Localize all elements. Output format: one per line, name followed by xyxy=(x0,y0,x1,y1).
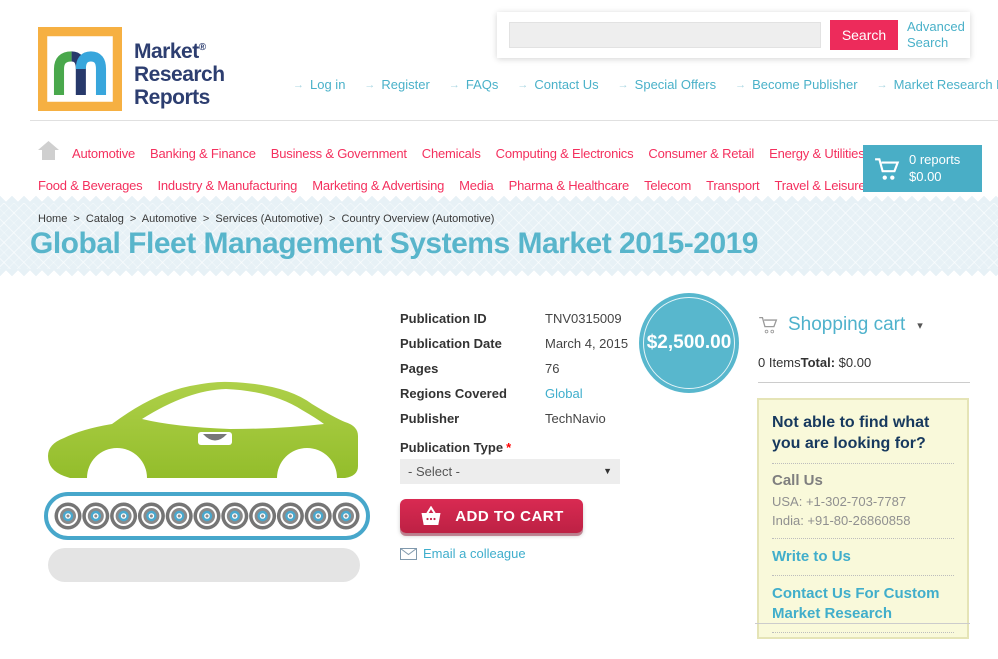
nav-special-offers[interactable]: → Special Offers xyxy=(618,77,716,92)
cat-chemicals[interactable]: Chemicals xyxy=(422,146,481,161)
cart-icon xyxy=(875,158,900,180)
nav-contact-us[interactable]: → Contact Us xyxy=(517,77,598,92)
arrow-icon: → xyxy=(735,78,747,91)
detail-row: Publication Date March 4, 2015 xyxy=(400,336,629,351)
page: Market® Research Reports Search Advanced… xyxy=(0,0,998,659)
brand-line3: Reports xyxy=(134,86,210,109)
header-divider xyxy=(30,120,998,121)
write-to-us-link[interactable]: Write to Us xyxy=(772,547,954,567)
cart-outline-icon xyxy=(759,316,778,334)
cat-consumer-retail[interactable]: Consumer & Retail xyxy=(648,146,754,161)
search-panel: Search Advanced Search xyxy=(497,12,970,58)
cart-total-value: $0.00 xyxy=(838,355,872,370)
car-illustration xyxy=(44,381,370,582)
cat-banking-finance[interactable]: Banking & Finance xyxy=(150,146,256,161)
brand-logo-icon[interactable] xyxy=(38,27,122,111)
cart-reports-count: 0 reports xyxy=(909,152,961,167)
utility-nav: → Log in → Register → FAQs → Contact Us → Spe… xyxy=(293,77,998,92)
brand-wordmark[interactable]: Market® Research Reports xyxy=(134,36,225,109)
shopping-cart-header[interactable]: Shopping cart ▾ xyxy=(758,314,923,336)
cat-food-beverages[interactable]: Food & Beverages xyxy=(38,178,143,193)
breadcrumb: Home > Catalog > Automotive > Services (… xyxy=(38,213,495,225)
phone-usa: USA: +1-302-703-7787 xyxy=(772,494,907,509)
help-heading: Not able to find what you are looking fo… xyxy=(772,414,930,452)
custom-research-link[interactable]: Contact Us For Custom Market Research xyxy=(772,584,954,624)
page-title: Global Fleet Management Systems Market 2… xyxy=(30,227,759,260)
crumb-home[interactable]: Home xyxy=(38,213,67,225)
brand-line2: Research xyxy=(134,63,225,86)
divider xyxy=(755,623,970,624)
registered-mark: ® xyxy=(198,42,206,53)
nav-blog[interactable]: →Market Research Blog xyxy=(877,77,998,92)
publication-type-select[interactable]: - Select - xyxy=(400,459,620,484)
publication-details: Publication ID TNV0315009 Publication Da… xyxy=(400,311,628,436)
title-band: Home > Catalog > Automotive > Services (… xyxy=(0,196,998,276)
publication-id: TNV0315009 xyxy=(545,311,622,326)
divider xyxy=(758,382,970,383)
mini-cart[interactable]: 0 reports $0.00 xyxy=(863,145,982,192)
publication-type-label: Publication Type * xyxy=(400,440,512,455)
cat-travel-leisure[interactable]: Travel & Leisure xyxy=(774,178,865,193)
phone-india: India: +91-80-26860858 xyxy=(772,513,911,528)
detail-row: Regions Covered Global xyxy=(400,386,583,401)
regions-covered-link[interactable]: Global xyxy=(545,386,583,401)
call-us-label: Call Us xyxy=(772,472,823,489)
cat-computing-electronics[interactable]: Computing & Electronics xyxy=(496,146,634,161)
envelope-icon xyxy=(400,547,417,560)
pages-count: 76 xyxy=(545,361,560,376)
cat-business-government[interactable]: Business & Government xyxy=(271,146,407,161)
search-button[interactable]: Search xyxy=(830,20,898,50)
cat-media[interactable]: Media xyxy=(459,178,494,193)
cat-telecom[interactable]: Telecom xyxy=(644,178,691,193)
arrow-icon: → xyxy=(876,78,888,91)
crumb-automotive[interactable]: Automotive xyxy=(142,213,197,225)
detail-row: Publisher TechNavio xyxy=(400,411,606,426)
arrow-icon: → xyxy=(617,78,629,91)
detail-row: Pages 76 xyxy=(400,361,560,376)
cart-total-label: Total: xyxy=(800,355,836,370)
category-nav-row1: Automotive Banking & Finance Business & … xyxy=(72,146,865,161)
home-icon[interactable] xyxy=(38,141,59,165)
basket-icon xyxy=(421,505,441,525)
cat-industry-manufacturing[interactable]: Industry & Manufacturing xyxy=(157,178,297,193)
cart-summary: 0 ItemsTotal: $0.00 xyxy=(758,355,871,370)
m-logo-icon xyxy=(38,27,122,111)
add-to-cart-button[interactable]: ADD TO CART xyxy=(400,499,583,533)
detail-row: Publication ID TNV0315009 xyxy=(400,311,622,326)
cart-items-count: 0 Items xyxy=(758,355,801,370)
publisher-name: TechNavio xyxy=(545,411,606,426)
required-asterisk: * xyxy=(506,440,512,455)
call-us-section: Call Us USA: +1-302-703-7787 India: +91-… xyxy=(772,463,954,538)
cat-pharma-healthcare[interactable]: Pharma & Healthcare xyxy=(509,178,630,193)
cat-energy-utilities[interactable]: Energy & Utilities xyxy=(769,146,865,161)
cat-transport[interactable]: Transport xyxy=(706,178,760,193)
nav-register[interactable]: → Register xyxy=(364,77,429,92)
crumb-country-overview[interactable]: Country Overview (Automotive) xyxy=(342,213,495,225)
shopping-cart-title: Shopping cart xyxy=(788,314,906,335)
arrow-icon: → xyxy=(517,78,529,91)
cat-marketing-advertising[interactable]: Marketing & Advertising xyxy=(312,178,444,193)
advanced-search-link[interactable]: Advanced Search xyxy=(907,19,967,51)
price-badge: $2,500.00 xyxy=(639,293,739,393)
category-nav-row2: Food & Beverages Industry & Manufacturin… xyxy=(38,178,866,193)
nav-faqs[interactable]: → FAQs xyxy=(449,77,499,92)
arrow-icon: → xyxy=(364,78,376,91)
nav-become-publisher[interactable]: → Become Publisher xyxy=(735,77,858,92)
crumb-catalog[interactable]: Catalog xyxy=(86,213,124,225)
help-box: Not able to find what you are looking fo… xyxy=(757,398,969,639)
publication-date: March 4, 2015 xyxy=(545,336,629,351)
search-input[interactable] xyxy=(509,22,821,48)
arrow-icon: → xyxy=(293,78,304,91)
cat-automotive[interactable]: Automotive xyxy=(72,146,135,161)
chevron-down-icon[interactable]: ▾ xyxy=(917,319,923,332)
publication-type-select-wrap: - Select - ▼ xyxy=(400,459,620,484)
product-image xyxy=(40,366,375,589)
email-colleague-link[interactable]: Email a colleague xyxy=(400,546,526,561)
cart-total: $0.00 xyxy=(909,169,942,184)
nav-login[interactable]: → Log in xyxy=(293,77,345,92)
brand-line1: Market xyxy=(134,40,199,63)
arrow-icon: → xyxy=(448,78,460,91)
crumb-services[interactable]: Services (Automotive) xyxy=(215,213,323,225)
price-value: $2,500.00 xyxy=(646,332,732,353)
